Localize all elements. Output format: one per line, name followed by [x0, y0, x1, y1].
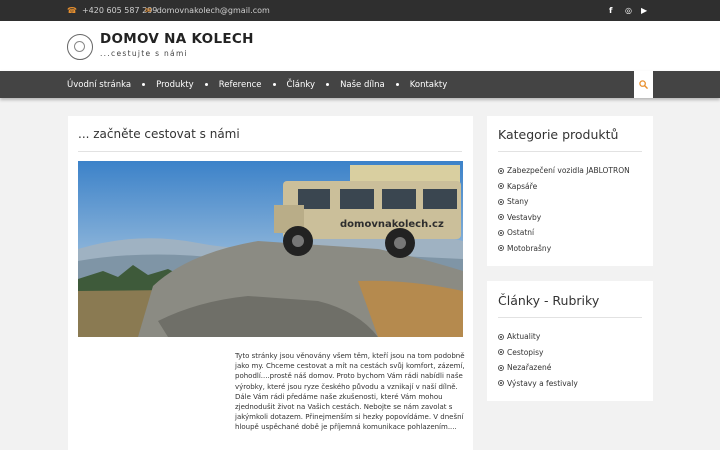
main-navigation: Úvodní stránka Produkty Reference Články… [0, 71, 720, 98]
facebook-icon[interactable]: f [609, 0, 612, 21]
intro-text: Tyto stránky jsou věnovány všem těm, kte… [235, 352, 465, 432]
nav-item-articles[interactable]: Články [287, 80, 316, 90]
category-link[interactable]: Motobrašny [498, 241, 630, 257]
bullet-icon [498, 333, 504, 340]
nav-separator [131, 83, 156, 86]
bullet-icon [498, 214, 504, 221]
nav-item-references[interactable]: Reference [219, 80, 262, 90]
category-link[interactable]: Vestavby [498, 210, 630, 226]
article-categories-divider [498, 317, 642, 318]
article-category-link[interactable]: Nezařazené [498, 360, 578, 376]
nav-item-home[interactable]: Úvodní stránka [67, 80, 131, 90]
product-categories-divider [498, 151, 642, 152]
category-link[interactable]: Zabezpečení vozidla JABLOTRON [498, 163, 630, 179]
search-button[interactable] [634, 71, 653, 98]
article-categories-list: Aktuality Cestopisy Nezařazené Výstavy a… [498, 329, 578, 391]
bullet-icon [498, 167, 504, 174]
site-tagline: ...cestujte s námi [100, 49, 188, 58]
nav-separator [385, 83, 410, 86]
bullet-icon [498, 245, 504, 252]
nav-separator [315, 83, 340, 86]
email-contact[interactable]: ✉ domovnakolech@gmail.com [145, 0, 270, 21]
category-link[interactable]: Ostatní [498, 225, 630, 241]
nav-separator [194, 83, 219, 86]
nav-item-products[interactable]: Produkty [156, 80, 194, 90]
article-category-link[interactable]: Výstavy a festivaly [498, 376, 578, 392]
site-title[interactable]: DOMOV NA KOLECH [100, 31, 254, 47]
email-address[interactable]: domovnakolech@gmail.com [157, 6, 270, 15]
instagram-icon[interactable]: ◎ [625, 0, 632, 21]
site-logo[interactable] [67, 34, 93, 60]
article-category-link[interactable]: Aktuality [498, 329, 578, 345]
bullet-icon [498, 364, 504, 371]
photo-vehicle-lettering: domovnakolech.cz [340, 219, 444, 230]
category-link[interactable]: Kapsáře [498, 179, 630, 195]
page-title: ... začněte cestovat s námi [78, 127, 240, 141]
search-icon [639, 80, 648, 89]
bullet-icon [498, 380, 504, 387]
article-categories-title: Články - Rubriky [498, 293, 600, 308]
phone-icon: ☎ [67, 5, 77, 15]
category-link[interactable]: Stany [498, 194, 630, 210]
bullet-icon [498, 349, 504, 356]
article-category-link[interactable]: Cestopisy [498, 345, 578, 361]
youtube-icon[interactable]: ▶ [641, 0, 647, 21]
nav-item-contacts[interactable]: Kontakty [410, 80, 448, 90]
product-categories-title: Kategorie produktů [498, 127, 619, 142]
envelope-icon: ✉ [145, 5, 152, 15]
nav-separator [262, 83, 287, 86]
bullet-icon [498, 183, 504, 190]
bullet-icon [498, 229, 504, 236]
product-categories-list: Zabezpečení vozidla JABLOTRON Kapsáře St… [498, 163, 630, 256]
nav-item-workshop[interactable]: Naše dílna [340, 80, 385, 90]
phone-contact[interactable]: ☎ +420 605 587 299 [67, 0, 157, 21]
top-bar: ☎ +420 605 587 299 ✉ domovnakolech@gmail… [0, 0, 720, 21]
bullet-icon [498, 198, 504, 205]
hero-photo: domovnakolech.cz [78, 161, 463, 337]
title-divider [78, 151, 462, 152]
